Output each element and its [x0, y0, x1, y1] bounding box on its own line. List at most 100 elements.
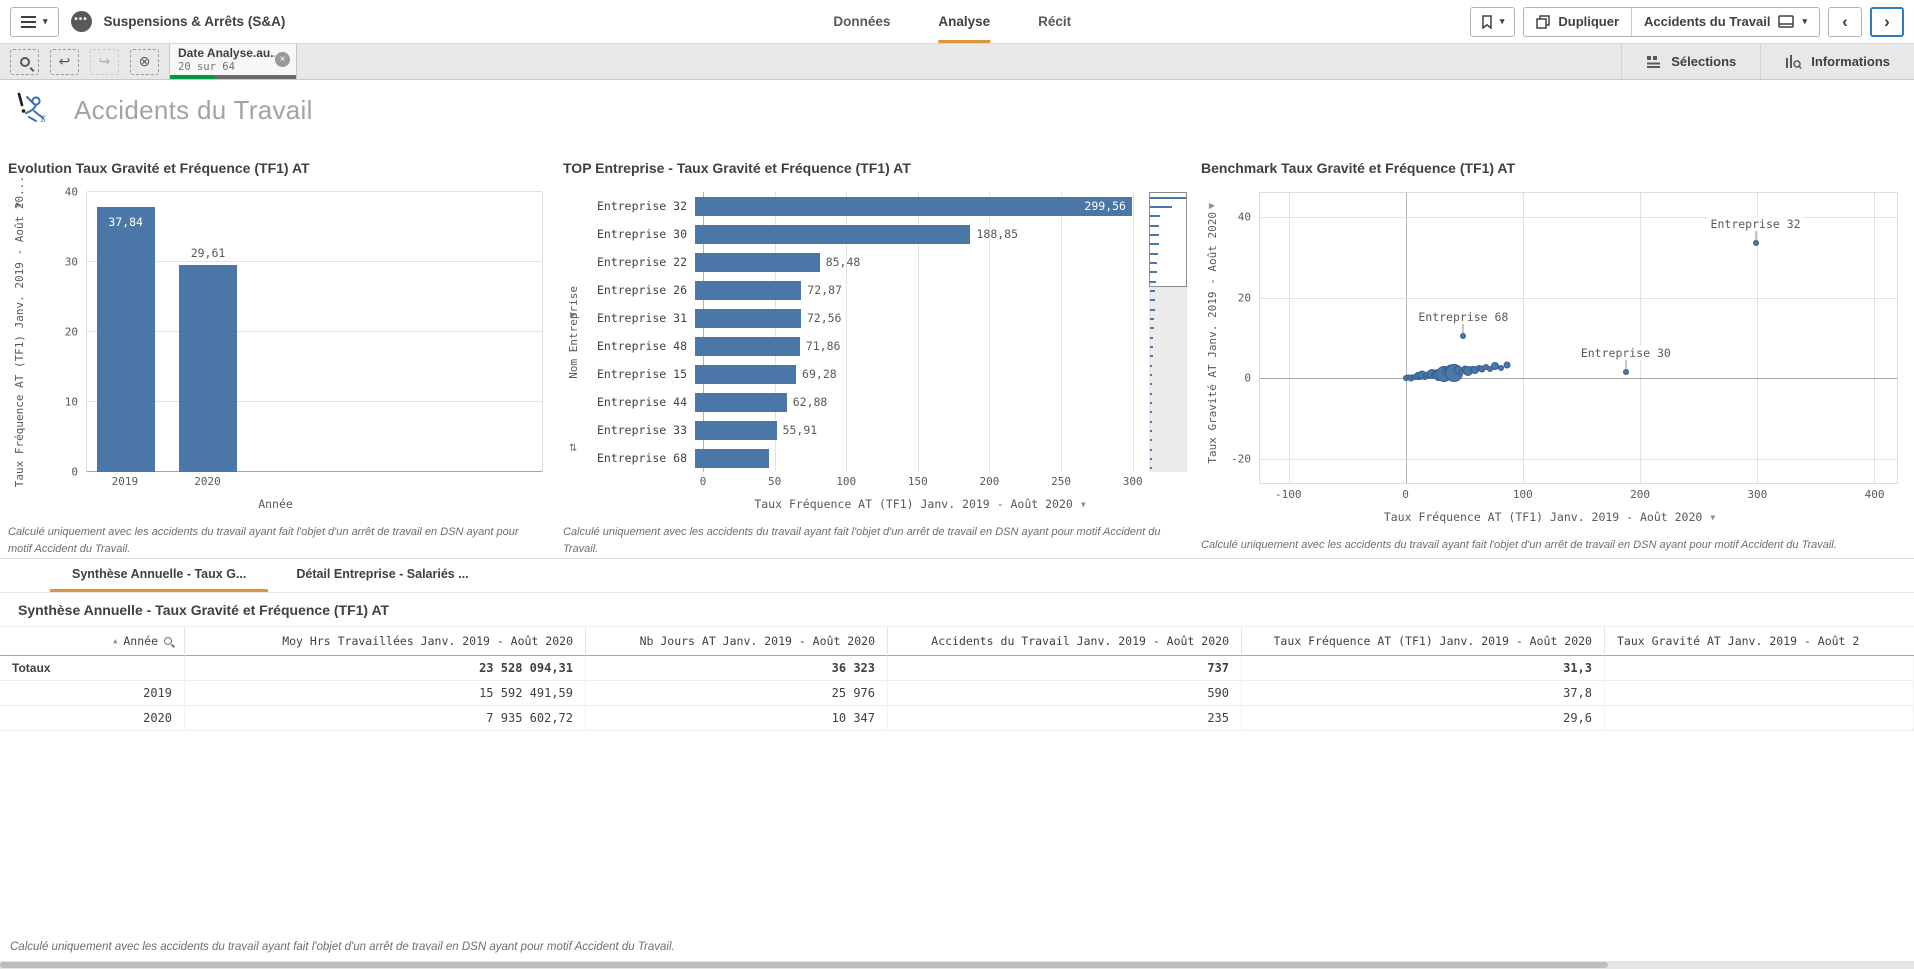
- app-options-icon[interactable]: •••: [71, 11, 92, 32]
- scatter-point[interactable]: [1753, 240, 1759, 246]
- x-tick-label: -100: [1275, 488, 1302, 501]
- axis-scroll-icon[interactable]: ▶: [1209, 201, 1215, 210]
- sheet-icon: [1778, 15, 1794, 28]
- bar-category-label[interactable]: Entreprise 33: [585, 423, 695, 437]
- row-label[interactable]: 2019: [0, 681, 185, 706]
- table-footnote: Calculé uniquement avec les accidents du…: [0, 935, 1914, 961]
- tab-recit[interactable]: Récit: [1038, 0, 1071, 43]
- step-forward-icon[interactable]: ↪: [90, 49, 119, 75]
- bookmarks-button[interactable]: ▾: [1470, 7, 1516, 37]
- remove-selection-icon[interactable]: ×: [275, 52, 290, 67]
- bar-category-label[interactable]: Entreprise 15: [585, 367, 695, 381]
- top-minimap[interactable]: [1149, 192, 1187, 472]
- bar-category-label[interactable]: Entreprise 44: [585, 395, 695, 409]
- view-tabs: Données Analyse Récit: [833, 0, 1071, 43]
- point-label-connector: [1755, 231, 1756, 240]
- bar-category-label[interactable]: Entreprise 31: [585, 311, 695, 325]
- clear-selections-icon[interactable]: ⊗: [130, 49, 159, 75]
- column-header[interactable]: Taux Gravité AT Janv. 2019 - Août 2: [1605, 627, 1914, 656]
- bar-row: Entreprise 2672,87: [585, 276, 1187, 304]
- prev-sheet-button[interactable]: ‹: [1828, 7, 1862, 37]
- bar[interactable]: [695, 365, 796, 384]
- bar-category-label[interactable]: Entreprise 68: [585, 451, 695, 465]
- chevron-down-icon: ▾: [1802, 16, 1807, 27]
- bar[interactable]: [695, 309, 801, 328]
- bar[interactable]: [695, 421, 777, 440]
- scatter-point[interactable]: [1503, 362, 1510, 369]
- bar-value-label: 85,48: [826, 255, 861, 269]
- cell: 23 528 094,31: [185, 656, 586, 681]
- row-label[interactable]: 2020: [0, 706, 185, 731]
- bar[interactable]: [695, 253, 820, 272]
- charts-row: Evolution Taux Gravité et Fréquence (TF1…: [0, 136, 1914, 558]
- search-icon[interactable]: [164, 637, 172, 645]
- scatter-point[interactable]: [1623, 369, 1629, 375]
- bar-category-label[interactable]: Entreprise 48: [585, 339, 695, 353]
- bar-category-label[interactable]: Entreprise 22: [585, 255, 695, 269]
- column-header[interactable]: ▲Année: [0, 627, 185, 656]
- duplicate-button[interactable]: Dupliquer: [1524, 8, 1631, 36]
- cell: 15 592 491,59: [185, 681, 586, 706]
- selection-progress: [170, 75, 296, 79]
- scatter-point[interactable]: [1460, 333, 1466, 339]
- table-title: Synthèse Annuelle - Taux Gravité et Fréq…: [0, 593, 1914, 627]
- insights-button[interactable]: Informations: [1760, 44, 1914, 79]
- bar-row: Entreprise 68: [585, 444, 1187, 472]
- x-axis-title[interactable]: Taux Fréquence AT (TF1) Janv. 2019 - Aoû…: [1201, 510, 1898, 524]
- selections-tool-button[interactable]: Sélections: [1621, 44, 1760, 79]
- selection-chip[interactable]: Date Analyse.au... 20 sur 64 ×: [169, 44, 297, 79]
- row-label[interactable]: Totaux: [0, 656, 185, 681]
- minimap-viewport[interactable]: [1149, 192, 1187, 287]
- bar-row: Entreprise 3355,91: [585, 416, 1187, 444]
- bar[interactable]: [97, 207, 155, 472]
- top-rows: Entreprise 32299,56Entreprise 30188,85En…: [585, 192, 1187, 472]
- bar-category-label[interactable]: Entreprise 32: [585, 199, 695, 213]
- scrollbar-thumb[interactable]: [0, 962, 1608, 968]
- y-axis-label: ▶ Nom Entreprise ⇅: [564, 192, 582, 472]
- bookmark-icon: [1481, 15, 1493, 29]
- x-axis-title[interactable]: Taux Fréquence AT (TF1) Janv. 2019 - Aoû…: [703, 497, 1137, 511]
- bar[interactable]: [695, 197, 1132, 216]
- search-icon: [20, 57, 30, 67]
- bar-value-label: 37,84: [108, 215, 143, 229]
- gridline: [1260, 298, 1897, 299]
- selections-label: Sélections: [1671, 54, 1736, 69]
- bar[interactable]: [179, 265, 237, 472]
- tab-donnees[interactable]: Données: [833, 0, 890, 43]
- gridline: [87, 331, 542, 332]
- column-header[interactable]: Accidents du Travail Janv. 2019 - Août 2…: [888, 627, 1242, 656]
- column-header[interactable]: Moy Hrs Travaillées Janv. 2019 - Août 20…: [185, 627, 586, 656]
- global-menu-button[interactable]: ▾: [10, 7, 59, 37]
- bar[interactable]: [695, 449, 769, 468]
- evolution-chart: Evolution Taux Gravité et Fréquence (TF1…: [0, 136, 557, 558]
- gridline: [1260, 378, 1897, 379]
- column-header[interactable]: Nb Jours AT Janv. 2019 - Août 2020: [586, 627, 888, 656]
- informations-label: Informations: [1811, 54, 1890, 69]
- bar[interactable]: [695, 225, 970, 244]
- smart-search-icon[interactable]: [10, 49, 39, 75]
- tab-detail-entreprise[interactable]: Détail Entreprise - Salariés ...: [274, 559, 490, 592]
- column-header[interactable]: Taux Fréquence AT (TF1) Janv. 2019 - Aoû…: [1242, 627, 1605, 656]
- step-back-icon[interactable]: ↩: [50, 49, 79, 75]
- horizontal-scrollbar[interactable]: [0, 961, 1914, 969]
- bar[interactable]: [695, 281, 801, 300]
- y-tick-label: 40: [65, 186, 78, 199]
- tab-synthese-annuelle[interactable]: Synthèse Annuelle - Taux G...: [50, 559, 268, 592]
- bar[interactable]: [695, 337, 800, 356]
- bar[interactable]: [695, 393, 787, 412]
- svg-text:ß: ß: [40, 114, 46, 124]
- cell: [1605, 706, 1914, 731]
- cell: 10 347: [586, 706, 888, 731]
- bar-category-label[interactable]: Entreprise 26: [585, 283, 695, 297]
- x-tick-label: 200: [1630, 488, 1650, 501]
- page-title: Accidents du Travail: [74, 95, 313, 126]
- bar-category-label[interactable]: Entreprise 30: [585, 227, 695, 241]
- point-label: Entreprise 68: [1416, 310, 1510, 324]
- next-sheet-button[interactable]: ›: [1870, 7, 1904, 37]
- bar-value-label: 72,56: [807, 311, 842, 325]
- benchmark-plot: -2002040Entreprise 32Entreprise 68Entrep…: [1260, 193, 1897, 483]
- x-tick-label: 0: [700, 475, 707, 488]
- tab-analyse[interactable]: Analyse: [938, 0, 990, 43]
- sheet-selector[interactable]: Accidents du Travail ▾: [1631, 8, 1819, 36]
- top-xticks: 050100150200250300: [703, 475, 1137, 492]
